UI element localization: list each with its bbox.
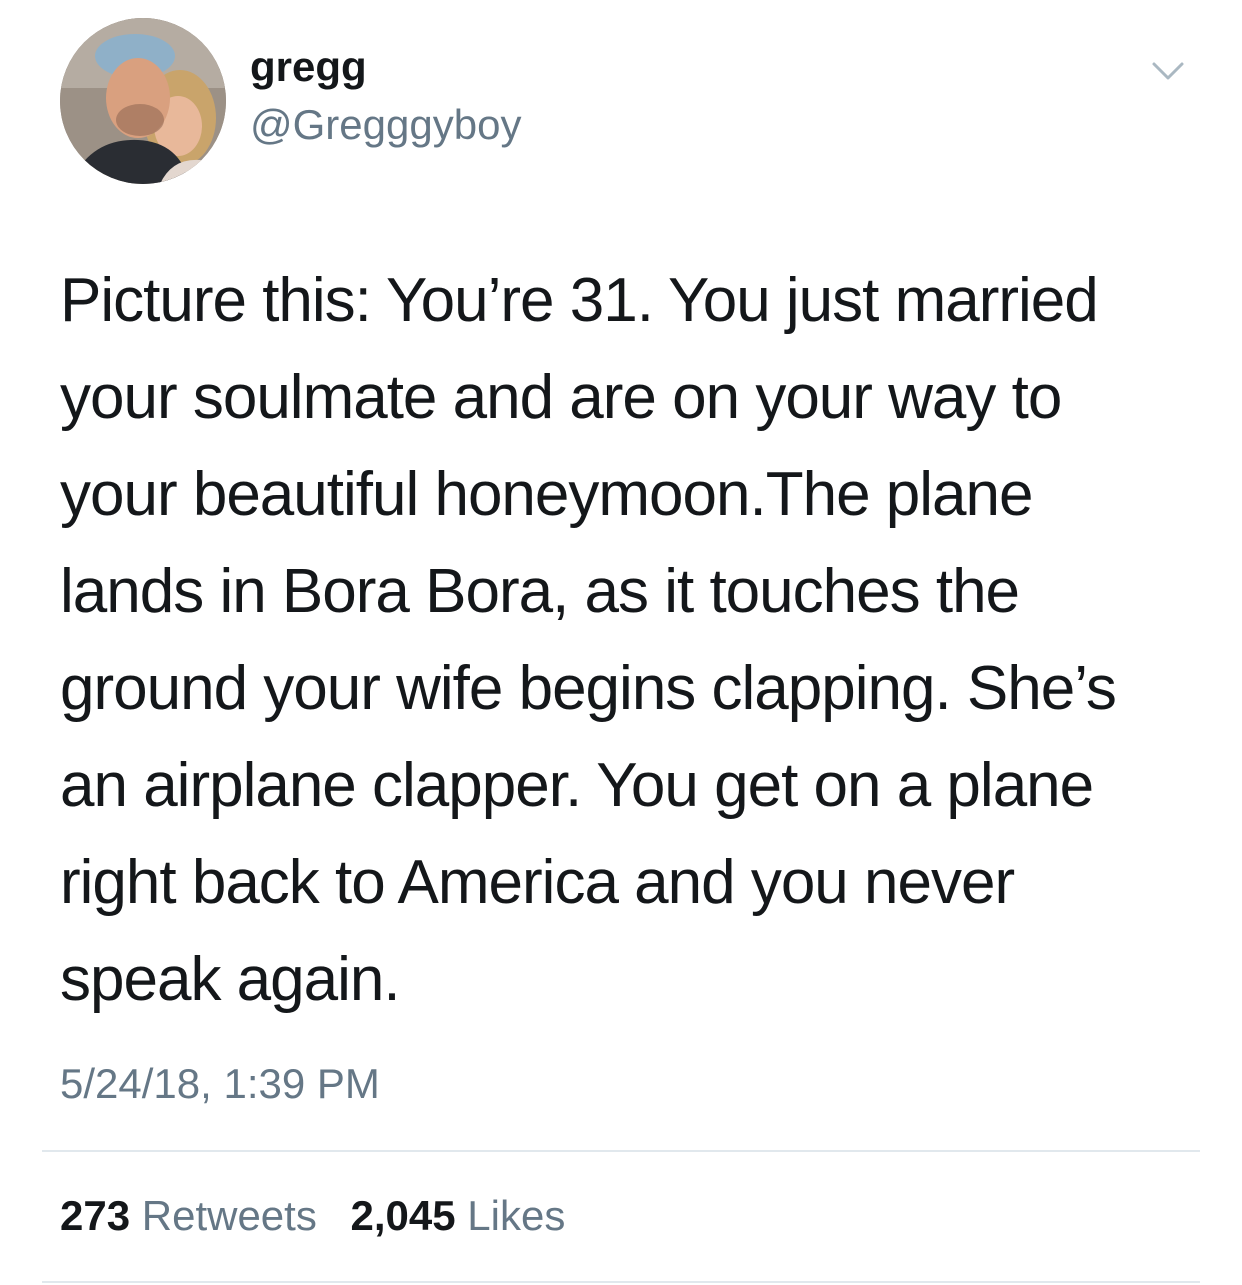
tweet-stats: 273 Retweets 2,045 Likes [60, 1190, 587, 1242]
tweet-text: Picture this: You’re 31. You just marrie… [60, 266, 1117, 1014]
chevron-down-icon[interactable] [1148, 56, 1188, 86]
tweet-timestamp[interactable]: 5/24/18, 1:39 PM [60, 1058, 380, 1110]
retweets-label: Retweets [141, 1192, 317, 1239]
tweet-card: gregg @Gregggyboy Picture this: You’re 3… [0, 0, 1242, 1285]
divider [42, 1281, 1200, 1283]
profile-photo-icon [60, 18, 226, 184]
likes-label: Likes [467, 1192, 566, 1239]
retweets-stat[interactable]: 273 Retweets [60, 1190, 317, 1242]
display-name[interactable]: gregg [250, 42, 367, 92]
likes-count: 2,045 [350, 1192, 456, 1239]
user-handle[interactable]: @Gregggyboy [250, 100, 521, 150]
likes-stat[interactable]: 2,045 Likes [351, 1190, 566, 1242]
divider [42, 1150, 1200, 1152]
avatar[interactable] [60, 18, 226, 184]
retweets-count: 273 [60, 1192, 131, 1239]
